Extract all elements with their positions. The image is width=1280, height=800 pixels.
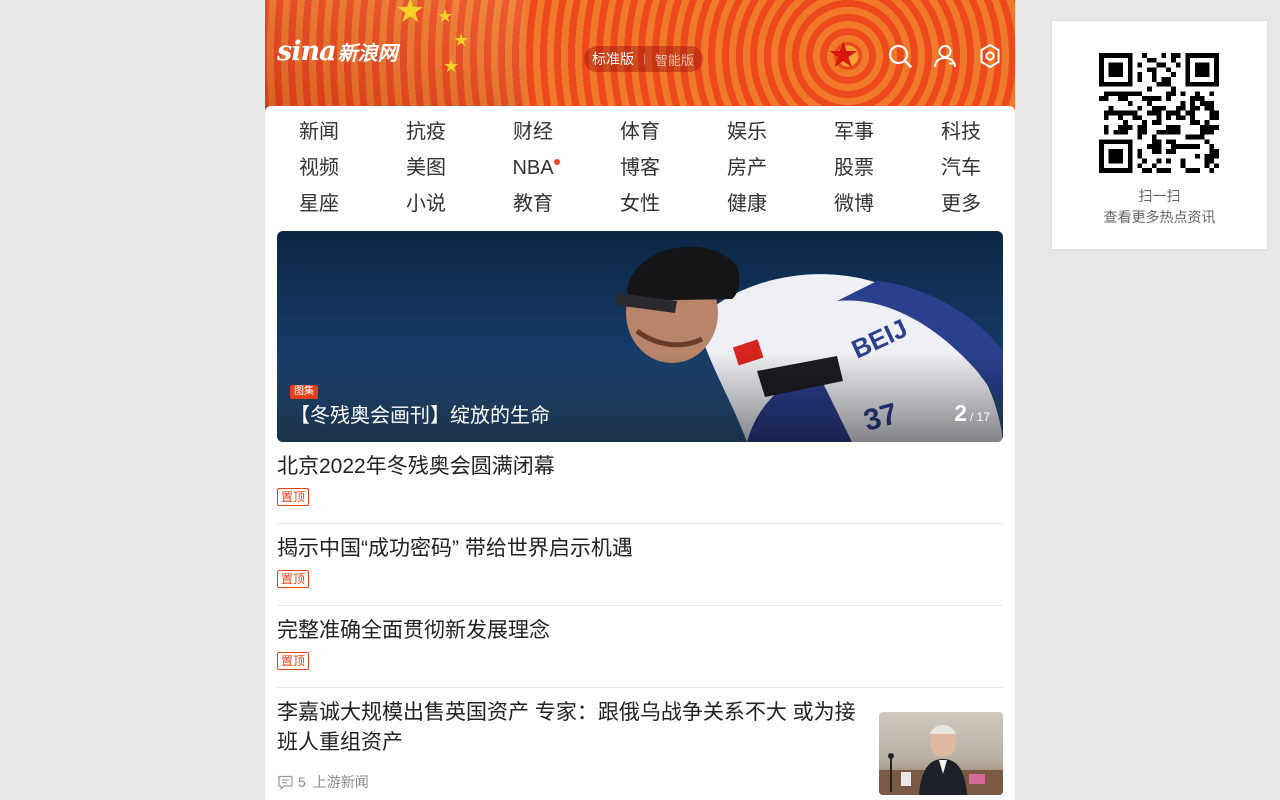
nav-item-tech[interactable]: 科技 — [921, 114, 1001, 150]
slide-current: 2 — [954, 400, 967, 426]
nav-item-sports[interactable]: 体育 — [600, 114, 680, 150]
pinned-badge: 置顶 — [277, 488, 310, 506]
flag-star-decoration: ★ — [453, 30, 470, 51]
comment-icon — [278, 775, 293, 790]
slide-total: / 17 — [969, 410, 990, 424]
news-title[interactable]: 完整准确全面贯彻新发展理念 — [277, 616, 550, 646]
search-icon — [888, 44, 912, 68]
pinned-badge: 置顶 — [277, 570, 310, 588]
user-icon — [934, 45, 956, 68]
qr-caption-more: 查看更多热点资讯 — [1103, 209, 1216, 225]
nav-item-military[interactable]: 军事 — [814, 114, 894, 150]
logo-chinese-text: 新浪网 — [337, 41, 398, 65]
comment-count: 5 — [298, 774, 306, 790]
logo-latin-text: sina — [277, 36, 337, 67]
sina-logo[interactable]: sina 新浪网 — [277, 36, 398, 67]
news-meta: 5 上游新闻 — [277, 772, 369, 792]
list-item[interactable]: 揭示中国“成功密码” 带给世界启示机遇 置顶 — [277, 534, 1003, 606]
thumbnail-photo — [879, 725, 1003, 795]
nav-item-health[interactable]: 健康 — [707, 186, 787, 222]
nav-item-blog[interactable]: 博客 — [600, 150, 680, 186]
nav-item-house[interactable]: 房产 — [707, 150, 787, 186]
slide-counter: 2 / 17 — [954, 400, 990, 427]
mobile-page: ★ ★ ★ ★ ★ sina 新浪网 标准版 | 智能版 新闻 抗疫 财经 体育… — [265, 0, 1015, 800]
header-banner: ★ ★ ★ ★ ★ sina 新浪网 标准版 | 智能版 — [265, 0, 1015, 115]
gallery-tag: 图集 — [290, 385, 318, 399]
nav-item-covid[interactable]: 抗疫 — [386, 114, 466, 150]
list-item[interactable]: 李嘉诚大规模出售英国资产 专家：跟俄乌战争关系不大 或为接班人重组资产 5 上游… — [277, 698, 1003, 800]
news-thumbnail[interactable] — [879, 712, 1003, 795]
feature-slide[interactable]: 37 BEIJ 图集 【冬残奥会画刊】绽放的生命 2 / 17 — [277, 231, 1003, 442]
qr-panel: 扫一扫 查看更多热点资讯 — [1051, 20, 1268, 250]
nav-item-stocks[interactable]: 股票 — [814, 150, 894, 186]
news-title[interactable]: 揭示中国“成功密码” 带给世界启示机遇 — [277, 534, 633, 564]
nav-item-novel[interactable]: 小说 — [386, 186, 466, 222]
channel-nav: 新闻 抗疫 财经 体育 娱乐 军事 科技 视频 美图 NBA 博客 房产 股票 … — [265, 106, 1015, 226]
nav-item-nba-wrap[interactable]: NBA — [493, 150, 573, 186]
nav-item-video[interactable]: 视频 — [279, 150, 359, 186]
emblem-star-decoration: ★ — [827, 35, 860, 76]
nav-item-horoscope[interactable]: 星座 — [279, 186, 359, 222]
pinned-badge: 置顶 — [277, 652, 310, 670]
nav-item-entertainment[interactable]: 娱乐 — [707, 114, 787, 150]
news-title[interactable]: 李嘉诚大规模出售英国资产 专家：跟俄乌战争关系不大 或为接班人重组资产 — [277, 698, 867, 758]
flag-star-decoration: ★ — [437, 6, 454, 27]
flag-star-decoration: ★ — [395, 0, 426, 31]
nav-item-more[interactable]: 更多 — [921, 186, 1001, 222]
search-button[interactable] — [886, 42, 914, 70]
feature-title[interactable]: 【冬残奥会画刊】绽放的生命 — [290, 402, 550, 430]
nav-item-auto[interactable]: 汽车 — [921, 150, 1001, 186]
nav-item-photos[interactable]: 美图 — [386, 150, 466, 186]
news-source: 上游新闻 — [312, 774, 369, 790]
nav-row: 视频 美图 NBA 博客 房产 股票 汽车 — [265, 150, 1015, 186]
nav-row: 新闻 抗疫 财经 体育 娱乐 军事 科技 — [265, 114, 1015, 150]
nav-item-finance[interactable]: 财经 — [493, 114, 573, 150]
nav-item-education[interactable]: 教育 — [493, 186, 573, 222]
news-title[interactable]: 北京2022年冬残奥会圆满闭幕 — [277, 452, 555, 482]
new-indicator-dot — [554, 159, 560, 165]
flag-star-decoration: ★ — [443, 56, 460, 77]
version-standard-option[interactable]: 标准版 — [592, 49, 634, 69]
qr-caption-scan: 扫一扫 — [1138, 188, 1181, 204]
version-switch: 标准版 | 智能版 — [584, 46, 703, 72]
list-item[interactable]: 完整准确全面贯彻新发展理念 置顶 — [277, 616, 1003, 688]
nav-item-weibo[interactable]: 微博 — [814, 186, 894, 222]
nav-item-news[interactable]: 新闻 — [279, 114, 359, 150]
version-smart-option[interactable]: 智能版 — [655, 50, 694, 69]
settings-button[interactable] — [976, 42, 1004, 70]
nav-item-women[interactable]: 女性 — [600, 186, 680, 222]
nav-item-nba: NBA — [512, 157, 554, 179]
list-item[interactable]: 北京2022年冬残奥会圆满闭幕 置顶 — [277, 452, 1003, 524]
qr-code[interactable] — [1099, 53, 1219, 173]
gear-icon — [980, 44, 1000, 68]
nav-row: 星座 小说 教育 女性 健康 微博 更多 — [265, 186, 1015, 222]
user-button[interactable] — [931, 42, 959, 70]
version-separator: | — [643, 53, 646, 65]
